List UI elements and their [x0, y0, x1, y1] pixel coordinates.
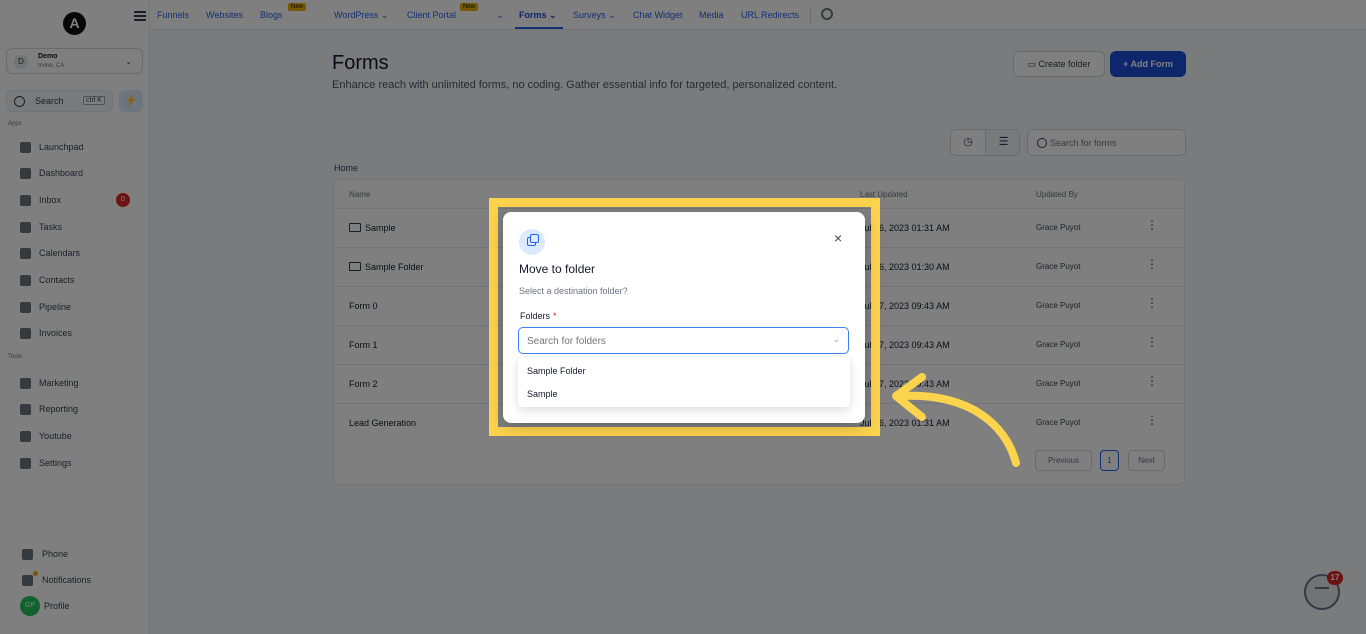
folder-options-dropdown: Sample Folder Sample [518, 357, 850, 407]
folder-select[interactable]: ⌄ [518, 327, 849, 354]
tutorial-arrow-icon [892, 373, 1020, 467]
folders-label-text: Folders [520, 311, 551, 321]
dialog-subtitle: Select a destination folder? [519, 286, 628, 296]
required-marker: * [553, 311, 557, 321]
folder-search-input[interactable] [527, 334, 817, 348]
folder-option[interactable]: Sample [527, 389, 558, 399]
folders-field-label: Folders * [520, 311, 557, 321]
chevron-down-icon: ⌄ [832, 334, 840, 344]
move-folder-icon [519, 229, 545, 255]
dialog-title: Move to folder [519, 262, 596, 276]
folder-option[interactable]: Sample Folder [527, 366, 586, 376]
move-to-folder-dialog: × Move to folder Select a destination fo… [503, 212, 865, 423]
close-icon[interactable]: × [834, 230, 842, 246]
